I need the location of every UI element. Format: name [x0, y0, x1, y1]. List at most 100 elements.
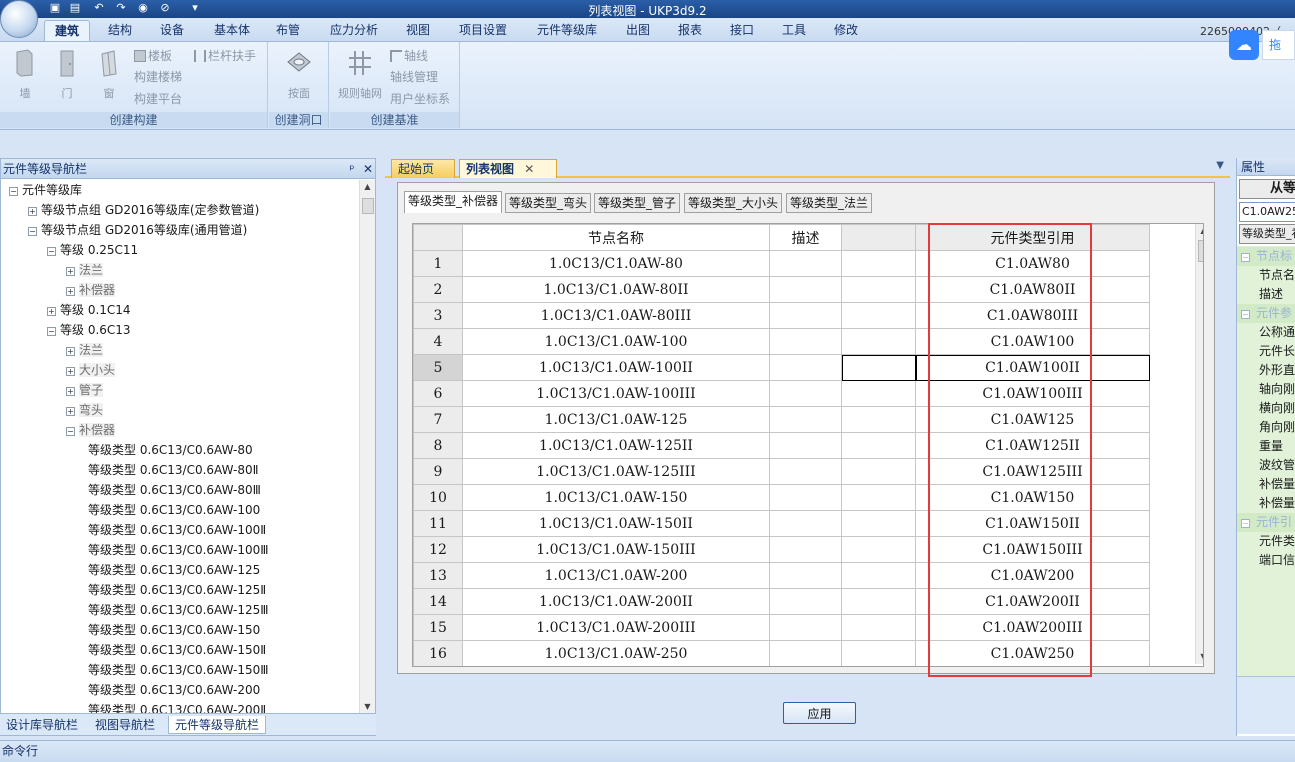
slab-button[interactable]: 楼板	[134, 46, 172, 66]
property-row[interactable]: 补偿量	[1237, 494, 1295, 513]
quick-access-dropdown-icon[interactable]: ▾	[188, 1, 202, 15]
row-number[interactable]: 12	[413, 536, 463, 563]
property-row[interactable]: 角向刚	[1237, 418, 1295, 437]
description-cell[interactable]	[769, 588, 842, 615]
component-type-ref-cell[interactable]: C1.0AW150III	[915, 536, 1150, 563]
table-row[interactable]: 4 1.0C13/C1.0AW-100 C1.0AW100	[413, 328, 1150, 355]
tree-node[interactable]: 等级类型 0.6C13/C0.6AW-125	[88, 560, 260, 580]
row-number[interactable]: 5	[413, 354, 463, 381]
ribbon-tab-stress-analysis[interactable]: 应力分析	[322, 20, 386, 41]
property-row[interactable]: 补偿量	[1237, 475, 1295, 494]
tree-node[interactable]: 等级类型 0.6C13/C0.6AW-80Ⅱ	[88, 460, 259, 480]
axis-line-button[interactable]: 轴线	[390, 46, 428, 66]
tree-scrollbar[interactable]: ▲ ▼	[359, 180, 375, 714]
redo-icon[interactable]: ↷	[114, 1, 128, 15]
apply-button[interactable]: 应用	[783, 702, 856, 724]
row-number[interactable]: 9	[413, 458, 463, 485]
tree-node[interactable]: 等级类型 0.6C13/C0.6AW-125Ⅲ	[88, 600, 269, 620]
extra-cell[interactable]	[841, 640, 916, 666]
ribbon-tab-primitive[interactable]: 基本体	[204, 20, 260, 41]
description-cell[interactable]	[769, 458, 842, 485]
component-type-ref-cell[interactable]: C1.0AW250	[915, 640, 1150, 666]
row-number[interactable]: 10	[413, 484, 463, 511]
scroll-down-icon[interactable]: ▼	[360, 700, 375, 714]
tree-node[interactable]: − 等级 0.6C13	[47, 320, 131, 340]
grid-scrollbar[interactable]: ▲ ▼	[1195, 224, 1203, 664]
ribbon-tab-report[interactable]: 报表	[668, 20, 712, 41]
component-ref-field[interactable]: C1.0AW250	[1239, 202, 1295, 222]
row-number[interactable]: 16	[413, 640, 463, 666]
row-number[interactable]: 7	[413, 406, 463, 433]
ribbon-tab-view[interactable]: 视图	[396, 20, 440, 41]
column-header-node-name[interactable]: 节点名称	[462, 224, 770, 251]
start-page-tab[interactable]: 起始页	[391, 159, 455, 178]
hide-icon[interactable]: ⊘	[158, 1, 172, 15]
extra-cell[interactable]	[841, 510, 916, 537]
property-row[interactable]: 波纹管	[1237, 456, 1295, 475]
component-type-ref-cell[interactable]: C1.0AW125II	[915, 432, 1150, 459]
property-row[interactable]: 重量	[1237, 437, 1295, 456]
row-number[interactable]: 14	[413, 588, 463, 615]
component-type-ref-cell[interactable]: C1.0AW80	[915, 250, 1150, 277]
property-section[interactable]: − 节点标	[1237, 247, 1295, 266]
tree-node[interactable]: + 等级 0.1C14	[47, 300, 131, 320]
tree-node[interactable]: 等级类型 0.6C13/C0.6AW-100Ⅲ	[88, 540, 269, 560]
node-name-cell[interactable]: 1.0C13/C1.0AW-100II	[462, 354, 770, 381]
tree-scroll-thumb[interactable]	[362, 198, 374, 214]
collapse-icon[interactable]: −	[1241, 310, 1250, 319]
tree-node[interactable]: + 法兰	[66, 260, 104, 280]
collapse-icon[interactable]: −	[1241, 519, 1250, 528]
row-number[interactable]: 4	[413, 328, 463, 355]
tree-node[interactable]: − 等级节点组 GD2016等级库(通用管道)	[28, 220, 247, 240]
node-name-cell[interactable]: 1.0C13/C1.0AW-100III	[462, 380, 770, 407]
ribbon-tab-tools[interactable]: 工具	[772, 20, 816, 41]
row-number[interactable]: 15	[413, 614, 463, 641]
tree-node[interactable]: 等级类型 0.6C13/C0.6AW-150Ⅱ	[88, 640, 266, 660]
ribbon-tab-project-settings[interactable]: 项目设置	[450, 20, 516, 41]
property-row[interactable]: 外形直	[1237, 361, 1295, 380]
stair-button[interactable]: 构建楼梯	[134, 67, 182, 87]
expand-icon[interactable]: +	[47, 307, 56, 316]
scroll-up-icon[interactable]: ▲	[360, 180, 375, 194]
design-library-nav-tab[interactable]: 设计库导航栏	[2, 716, 82, 734]
table-row[interactable]: 12 1.0C13/C1.0AW-150III C1.0AW150III	[413, 536, 1150, 563]
table-row[interactable]: 16 1.0C13/C1.0AW-250 C1.0AW250	[413, 640, 1150, 666]
undo-icon[interactable]: ↶	[92, 1, 106, 15]
component-type-ref-cell[interactable]: C1.0AW200III	[915, 614, 1150, 641]
window-button[interactable]: 窗	[92, 48, 126, 101]
extra-cell[interactable]	[841, 250, 916, 277]
table-row[interactable]: 8 1.0C13/C1.0AW-125II C1.0AW125II	[413, 432, 1150, 459]
node-name-cell[interactable]: 1.0C13/C1.0AW-150III	[462, 536, 770, 563]
expand-icon[interactable]: +	[66, 367, 75, 376]
table-row[interactable]: 1 1.0C13/C1.0AW-80 C1.0AW80	[413, 250, 1150, 277]
description-cell[interactable]	[769, 562, 842, 589]
tree-node[interactable]: 等级类型 0.6C13/C0.6AW-125Ⅱ	[88, 580, 266, 600]
property-section[interactable]: − 元件参	[1237, 304, 1295, 323]
tree-node[interactable]: 等级类型 0.6C13/C0.6AW-150	[88, 620, 260, 640]
view-nav-tab[interactable]: 视图导航栏	[88, 716, 162, 734]
command-line-bar[interactable]: 命令行	[0, 740, 1295, 762]
description-cell[interactable]	[769, 328, 842, 355]
description-cell[interactable]	[769, 432, 842, 459]
description-cell[interactable]	[769, 640, 842, 666]
tree-node[interactable]: + 大小头	[66, 360, 116, 380]
expand-icon[interactable]: +	[66, 407, 75, 416]
component-type-ref-cell[interactable]: C1.0AW100II	[915, 354, 1150, 381]
property-row[interactable]: 元件长	[1237, 342, 1295, 361]
ribbon-tab-piping[interactable]: 布管	[266, 20, 310, 41]
table-row[interactable]: 11 1.0C13/C1.0AW-150II C1.0AW150II	[413, 510, 1150, 537]
expand-icon[interactable]: +	[28, 207, 37, 216]
expand-icon[interactable]: +	[66, 347, 75, 356]
component-grade-nav-tab[interactable]: 元件等级导航栏	[168, 716, 266, 734]
grid-scroll-thumb[interactable]	[1198, 240, 1203, 262]
node-name-cell[interactable]: 1.0C13/C1.0AW-150II	[462, 510, 770, 537]
node-name-cell[interactable]: 1.0C13/C1.0AW-250	[462, 640, 770, 666]
tree-node[interactable]: 等级类型 0.6C13/C0.6AW-200	[88, 680, 260, 700]
node-name-cell[interactable]: 1.0C13/C1.0AW-125II	[462, 432, 770, 459]
close-icon[interactable]: ✕	[361, 159, 375, 179]
railing-button[interactable]: 栏杆扶手	[194, 46, 256, 66]
description-cell[interactable]	[769, 276, 842, 303]
row-number[interactable]: 11	[413, 510, 463, 537]
row-number[interactable]: 13	[413, 562, 463, 589]
description-cell[interactable]	[769, 510, 842, 537]
